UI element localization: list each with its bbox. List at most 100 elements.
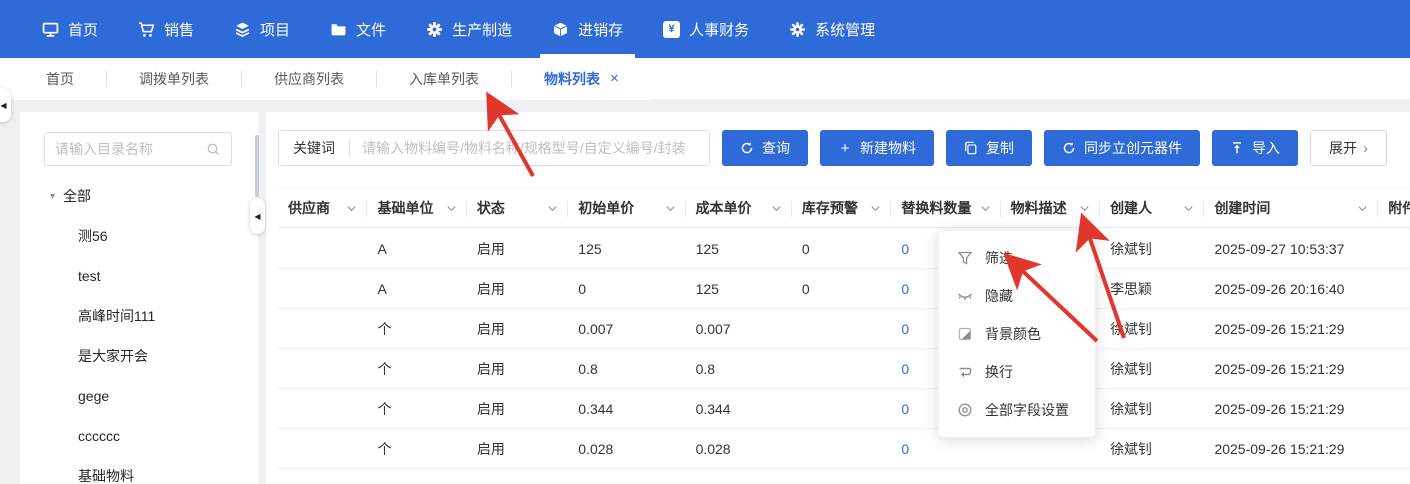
- cell-status: 启用: [476, 400, 505, 417]
- directory-search-input[interactable]: [55, 141, 206, 157]
- replace-count-link[interactable]: 0: [901, 241, 909, 257]
- cell-init-price: 125: [578, 240, 602, 257]
- cell-attach: [1378, 269, 1410, 308]
- chevron-down-icon[interactable]: [870, 203, 881, 214]
- nav-item-manufacturing[interactable]: 生产制造: [406, 0, 532, 58]
- col-header-status: 状态: [467, 189, 569, 227]
- import-button[interactable]: 导入: [1212, 130, 1298, 166]
- cell-supplier: [278, 389, 367, 428]
- hide-eye-icon: [957, 288, 973, 304]
- cell-created: 2025-09-26 15:21:29: [1214, 360, 1345, 377]
- tab-material-list[interactable]: 物料列表 ×: [512, 57, 651, 100]
- layers-icon: [234, 21, 251, 38]
- nav-item-system[interactable]: 系统管理: [769, 0, 895, 58]
- tab-transfer-list[interactable]: 调拨单列表: [107, 57, 241, 100]
- nav-item-inventory[interactable]: 进销存: [532, 0, 643, 58]
- gear-solid-icon: [426, 21, 443, 38]
- tree-node[interactable]: 高峰时间111: [20, 296, 258, 336]
- table-row[interactable]: A 启用 125 125 0 0 徐斌钊 2025-09-27 10:53:37: [278, 229, 1410, 269]
- cell-cost-price: 0.344: [695, 400, 731, 417]
- chevron-down-icon[interactable]: [446, 203, 457, 214]
- nav-item-sales[interactable]: 销售: [118, 0, 214, 58]
- menu-item-hide[interactable]: 隐藏: [939, 277, 1095, 315]
- caret-down-icon[interactable]: ▾: [50, 191, 55, 202]
- chevron-right-icon: ›: [1363, 139, 1368, 157]
- nav-label: 销售: [164, 21, 195, 39]
- tree-node[interactable]: 基础物料: [20, 456, 258, 484]
- menu-item-filter[interactable]: 筛选: [939, 239, 1095, 277]
- cell-creator: 李思颖: [1110, 280, 1153, 297]
- cell-stock-warn: [792, 309, 891, 348]
- all-fields-icon: [957, 402, 973, 418]
- cell-attach: [1378, 349, 1410, 388]
- close-icon[interactable]: ×: [610, 70, 619, 87]
- chevron-down-icon[interactable]: [771, 203, 782, 214]
- cell-init-price: 0.028: [578, 440, 614, 457]
- tree-node[interactable]: gege: [20, 376, 258, 416]
- directory-search: [44, 132, 232, 166]
- nav-item-home[interactable]: 首页: [22, 0, 118, 58]
- menu-item-bg-color[interactable]: 背景颜色: [939, 315, 1095, 353]
- cell-status: 启用: [476, 360, 505, 377]
- tree-node[interactable]: 测56: [20, 216, 258, 256]
- column-settings-menu: 筛选 隐藏 背景颜色 换行 全部字段设置: [938, 230, 1096, 438]
- sync-lcsc-button[interactable]: 同步立创元器件: [1044, 130, 1200, 166]
- chevron-down-icon[interactable]: [346, 203, 357, 214]
- replace-count-link[interactable]: 0: [901, 321, 909, 337]
- nav-item-project[interactable]: 项目: [214, 0, 310, 58]
- replace-count-link[interactable]: 0: [901, 401, 909, 417]
- chevron-down-icon[interactable]: [665, 203, 676, 214]
- cube-icon: [552, 21, 569, 38]
- replace-count-link[interactable]: 0: [901, 361, 909, 377]
- replace-count-link[interactable]: 0: [901, 281, 909, 297]
- table-row[interactable]: 个 启用 0.8 0.8 0 徐斌钊 2025-09-26 15:21:29: [278, 349, 1410, 389]
- chevron-down-icon[interactable]: [980, 203, 991, 214]
- col-header-attachment: 附件: [1388, 200, 1410, 216]
- nav-item-files[interactable]: 文件: [310, 0, 406, 58]
- collapse-panel-handle[interactable]: ◀: [0, 88, 11, 122]
- cell-creator: 徐斌钊: [1110, 400, 1153, 417]
- menu-item-wrap[interactable]: 换行: [939, 353, 1095, 391]
- tree-node[interactable]: cccccc: [20, 416, 258, 456]
- refresh-icon: [740, 141, 754, 155]
- expand-button[interactable]: 展开 ›: [1310, 130, 1387, 166]
- table-row[interactable]: A 启用 0 125 0 0 李思颖 2025-09-26 20:16:40: [278, 269, 1410, 309]
- create-material-button[interactable]: + 新建物料: [820, 130, 934, 166]
- chevron-down-icon[interactable]: [1079, 203, 1090, 214]
- cell-unit: A: [377, 240, 387, 257]
- tab-home[interactable]: 首页: [14, 57, 106, 100]
- cell-status: 启用: [476, 440, 505, 457]
- cell-stock-warn: [792, 389, 891, 428]
- table-row[interactable]: 个 启用 0.007 0.007 0 徐斌钊 2025-09-26 15:21:…: [278, 309, 1410, 349]
- table-row[interactable]: 个 启用 0.344 0.344 0 徐斌钊 2025-09-26 15:21:…: [278, 389, 1410, 429]
- cell-stock-warn: 0: [801, 240, 810, 257]
- sidebar-scrollbar[interactable]: [255, 135, 259, 197]
- menu-item-all-fields[interactable]: 全部字段设置: [939, 391, 1095, 429]
- tree-node[interactable]: 是大家开会: [20, 336, 258, 376]
- keyword-search-input[interactable]: [350, 140, 709, 156]
- nav-item-hr-finance[interactable]: ¥ 人事财务: [643, 0, 769, 58]
- replace-count-link[interactable]: 0: [901, 441, 909, 457]
- col-header-initial-price: 初始单价: [568, 189, 686, 227]
- cell-unit: A: [377, 280, 387, 297]
- cell-attach: [1378, 229, 1410, 268]
- chevron-down-icon[interactable]: [547, 203, 558, 214]
- chevron-down-icon[interactable]: [1183, 203, 1194, 214]
- collapse-sidebar-handle[interactable]: ◀: [250, 198, 265, 234]
- chevron-down-icon[interactable]: [1357, 203, 1368, 214]
- bg-color-icon: [957, 326, 973, 342]
- tree-node[interactable]: test: [20, 256, 258, 296]
- cell-unit: 个: [377, 400, 392, 417]
- cell-unit: 个: [377, 320, 392, 337]
- cart-icon: [138, 21, 155, 38]
- table-row[interactable]: 个 启用 0.028 0.028 0 徐斌钊 2025-09-26 15:21:…: [278, 429, 1410, 469]
- copy-button[interactable]: 复制: [946, 130, 1032, 166]
- tab-supplier-list[interactable]: 供应商列表: [242, 57, 376, 100]
- tab-bar: 首页 调拨单列表 供应商列表 入库单列表 物料列表 ×: [0, 57, 1410, 100]
- directory-sidebar: ▾ 全部 测56 test 高峰时间111 是大家开会 gege cccccc …: [20, 112, 258, 484]
- wrap-line-icon: [957, 364, 973, 380]
- query-button[interactable]: 查询: [722, 130, 808, 166]
- cell-created: 2025-09-26 15:21:29: [1214, 440, 1345, 457]
- tree-node-all[interactable]: ▾ 全部: [20, 176, 258, 216]
- tab-inbound-list[interactable]: 入库单列表: [377, 57, 511, 100]
